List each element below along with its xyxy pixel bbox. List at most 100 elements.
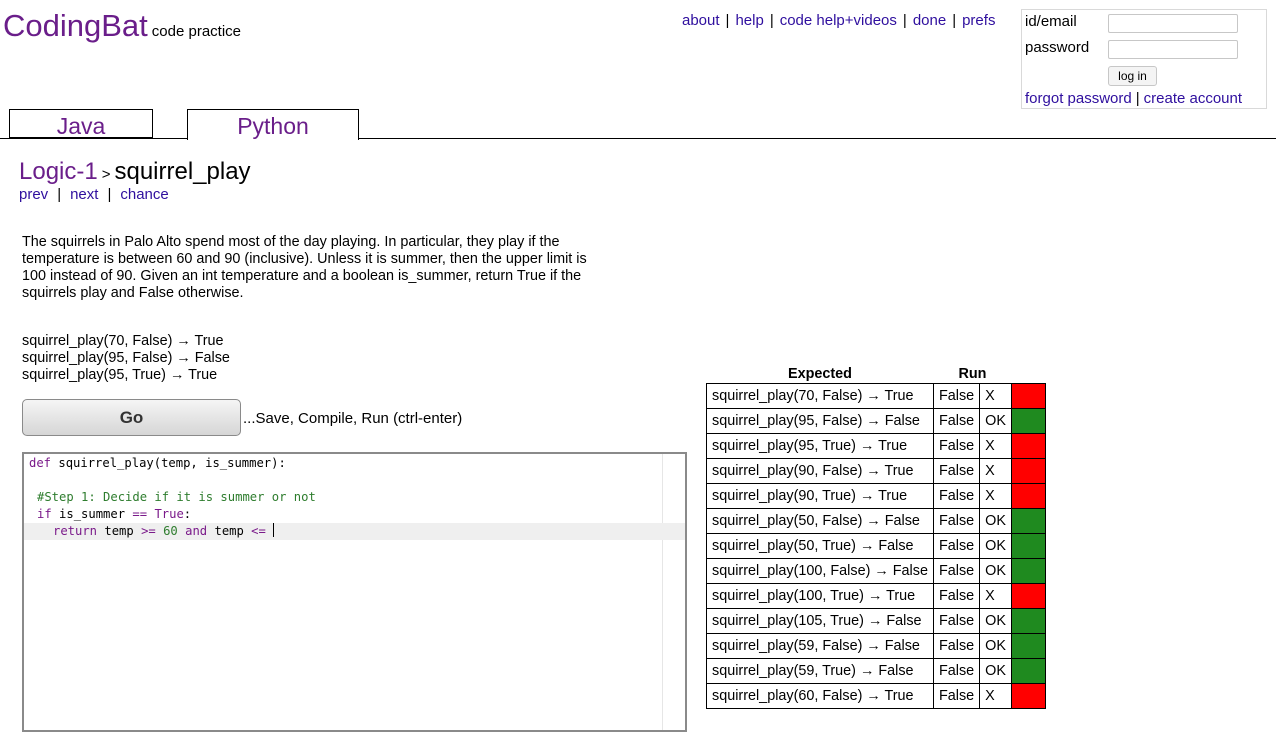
table-row: squirrel_play(60, False) → True False X xyxy=(706,683,1046,709)
pager-separator: | xyxy=(107,186,112,203)
site-tagline: code practice xyxy=(151,23,241,40)
chance-link[interactable]: chance xyxy=(120,186,168,203)
expected-cell: squirrel_play(59, False) → False xyxy=(706,633,934,659)
expected-cell: squirrel_play(95, False) → False xyxy=(706,408,934,434)
status-ok-swatch xyxy=(1010,633,1046,659)
tab-java[interactable]: Java xyxy=(9,109,153,139)
expected-cell: squirrel_play(60, False) → True xyxy=(706,683,934,709)
code-editor[interactable]: def squirrel_play(temp, is_summer): #Ste… xyxy=(22,452,687,732)
status-fail-swatch xyxy=(1010,483,1046,509)
run-cell: False xyxy=(932,633,981,659)
code-line-3: #Step 1: Decide if it is summer or not xyxy=(37,490,316,504)
login-links: forgot password | create account xyxy=(1025,90,1242,107)
text-caret xyxy=(273,523,275,537)
result-cell: OK xyxy=(979,608,1012,634)
description-line: The squirrels in Palo Alto spend most of… xyxy=(22,234,560,250)
table-row: squirrel_play(90, False) → True False X xyxy=(706,458,1046,484)
run-cell: False xyxy=(932,683,981,709)
status-header xyxy=(1011,364,1045,384)
editor-margin-line xyxy=(662,454,663,730)
run-cell: False xyxy=(932,383,981,409)
run-cell: False xyxy=(932,508,981,534)
result-cell: OK xyxy=(979,533,1012,559)
problem-description: The squirrels in Palo Alto spend most of… xyxy=(22,234,692,302)
status-fail-swatch xyxy=(1010,458,1046,484)
result-cell: OK xyxy=(979,558,1012,584)
result-cell: X xyxy=(979,433,1012,459)
table-row: squirrel_play(50, False) → False False OK xyxy=(706,508,1046,534)
problem-pager: prev | next | chance xyxy=(19,186,169,203)
expected-cell: squirrel_play(50, False) → False xyxy=(706,508,934,534)
result-cell: X xyxy=(979,458,1012,484)
table-row: squirrel_play(90, True) → True False X xyxy=(706,483,1046,509)
breadcrumb-section-link[interactable]: Logic-1 xyxy=(19,158,98,185)
expected-cell: squirrel_play(100, True) → True xyxy=(706,583,934,609)
password-label: password xyxy=(1025,39,1090,56)
pager-separator: | xyxy=(57,186,62,203)
status-fail-swatch xyxy=(1010,433,1046,459)
status-fail-swatch xyxy=(1010,683,1046,709)
result-cell: X xyxy=(979,583,1012,609)
result-cell: X xyxy=(979,683,1012,709)
description-line: temperature is between 60 and 90 (inclus… xyxy=(22,251,587,267)
run-cell: False xyxy=(932,408,981,434)
problem-title: squirrel_play xyxy=(114,158,251,185)
forgot-password-link[interactable]: forgot password xyxy=(1025,90,1132,107)
description-line: 100 instead of 90. Given an int temperat… xyxy=(22,268,582,284)
nav-help[interactable]: help xyxy=(735,12,763,29)
table-row: squirrel_play(105, True) → False False OK xyxy=(706,608,1046,634)
example-line: squirrel_play(95, False) → False xyxy=(22,350,230,366)
prev-link[interactable]: prev xyxy=(19,186,48,203)
go-button[interactable]: Go xyxy=(22,399,241,436)
expected-cell: squirrel_play(90, True) → True xyxy=(706,483,934,509)
breadcrumb: Logic-1 > squirrel_play xyxy=(19,158,251,186)
status-fail-swatch xyxy=(1010,583,1046,609)
status-ok-swatch xyxy=(1010,533,1046,559)
table-row: squirrel_play(70, False) → True False X xyxy=(706,383,1046,409)
table-row: squirrel_play(59, True) → False False OK xyxy=(706,658,1046,684)
description-line: squirrels play and False otherwise. xyxy=(22,285,244,301)
result-cell: OK xyxy=(979,408,1012,434)
problem-examples: squirrel_play(70, False) → True squirrel… xyxy=(22,333,230,384)
status-ok-swatch xyxy=(1010,658,1046,684)
top-nav: about | help | code help+videos | done | prefs xyxy=(682,12,995,29)
create-account-link[interactable]: create account xyxy=(1144,90,1242,107)
password-input[interactable] xyxy=(1108,40,1238,59)
run-cell: False xyxy=(932,433,981,459)
code-line-5: return temp >= 60 and temp <= xyxy=(53,523,275,540)
run-cell: False xyxy=(932,608,981,634)
table-row: squirrel_play(95, False) → False False OK xyxy=(706,408,1046,434)
site-logo[interactable]: CodingBat xyxy=(3,8,148,43)
nav-separator: | xyxy=(725,12,730,29)
example-line: squirrel_play(70, False) → True xyxy=(22,333,224,349)
result-cell: OK xyxy=(979,508,1012,534)
next-link[interactable]: next xyxy=(70,186,98,203)
login-link-separator: | xyxy=(1135,90,1140,107)
table-row: squirrel_play(100, False) → False False OK xyxy=(706,558,1046,584)
nav-done[interactable]: done xyxy=(913,12,946,29)
id-email-label: id/email xyxy=(1025,13,1077,30)
expected-cell: squirrel_play(70, False) → True xyxy=(706,383,934,409)
run-cell: False xyxy=(932,558,981,584)
tab-python[interactable]: Python xyxy=(187,109,359,140)
run-cell: False xyxy=(932,658,981,684)
run-header: Run xyxy=(958,365,987,382)
result-cell: OK xyxy=(979,633,1012,659)
nav-code-help-videos[interactable]: code help+videos xyxy=(780,12,897,29)
expected-cell: squirrel_play(59, True) → False xyxy=(706,658,934,684)
table-row: squirrel_play(100, True) → True False X xyxy=(706,583,1046,609)
example-line: squirrel_play(95, True) → True xyxy=(22,367,218,383)
status-ok-swatch xyxy=(1010,508,1046,534)
status-ok-swatch xyxy=(1010,608,1046,634)
nav-about[interactable]: about xyxy=(682,12,720,29)
log-in-button[interactable]: log in xyxy=(1108,66,1157,86)
nav-prefs[interactable]: prefs xyxy=(962,12,995,29)
id-email-input[interactable] xyxy=(1108,14,1238,33)
breadcrumb-separator: > xyxy=(101,166,111,183)
code-line-1: def squirrel_play(temp, is_summer): xyxy=(29,456,286,470)
expected-cell: squirrel_play(90, False) → True xyxy=(706,458,934,484)
results-table: Expected Run squirrel_play(70, False) → … xyxy=(706,364,1046,709)
site-brand: CodingBat code practice xyxy=(3,8,241,44)
status-ok-swatch xyxy=(1010,408,1046,434)
run-cell: False xyxy=(932,583,981,609)
